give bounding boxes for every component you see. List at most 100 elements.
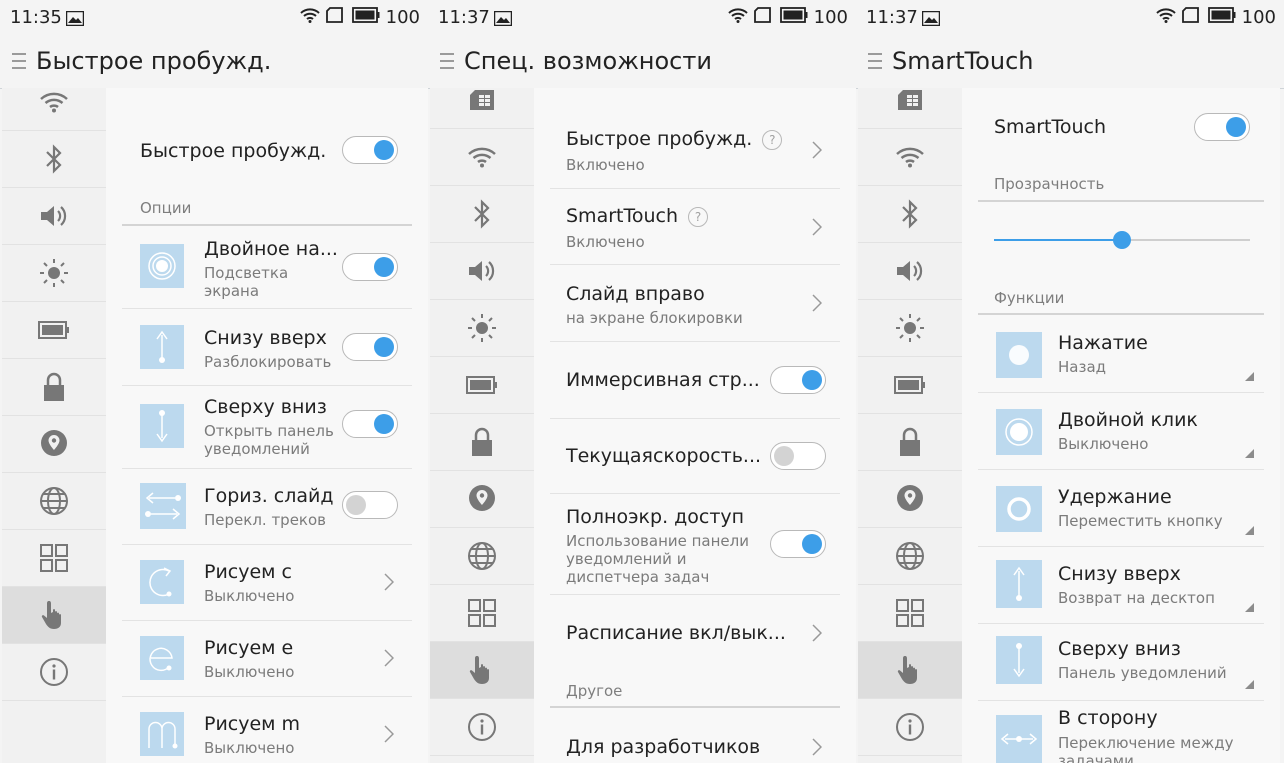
sidebar-item-battery[interactable] <box>2 302 106 359</box>
menu-icon[interactable] <box>868 52 882 74</box>
double-tap-gesture-icon <box>140 244 184 288</box>
smarttouch-toggle[interactable] <box>1194 113 1250 141</box>
sidebar-item-about[interactable] <box>430 699 534 756</box>
chevron-right-icon <box>812 738 822 756</box>
battery-level: 100 <box>385 7 420 28</box>
draw-c-gesture-icon <box>140 560 184 604</box>
sidebar-item-language[interactable] <box>858 528 962 585</box>
list-item-draw-c[interactable]: Рисуем с Выключено <box>122 545 412 621</box>
sidebar-item-language[interactable] <box>2 473 106 530</box>
item-title: Сверху вниз <box>204 396 327 418</box>
sidebar-item-wifi[interactable] <box>2 74 106 131</box>
sidebar-item-bluetooth[interactable] <box>858 186 962 243</box>
sidebar-item-apps[interactable] <box>430 585 534 642</box>
sidebar-item-about[interactable] <box>858 699 962 756</box>
bluetooth-icon <box>474 199 490 229</box>
item-subtitle: Назад <box>1058 358 1107 376</box>
lock-icon <box>472 427 492 456</box>
sidebar-item-apps[interactable] <box>2 530 106 587</box>
swipe-up-toggle[interactable] <box>342 333 398 361</box>
fullscreen-access-toggle[interactable] <box>770 530 826 558</box>
sidebar-item-bluetooth[interactable] <box>430 186 534 243</box>
list-item-swipe-down[interactable]: Сверху вниз Панель уведомлений <box>978 624 1264 701</box>
sidebar-item-security[interactable] <box>430 414 534 471</box>
sidebar-item-bluetooth[interactable] <box>2 131 106 188</box>
list-item-fullscreen-access[interactable]: Полноэкр. доступ Использование панели ув… <box>550 494 840 595</box>
sidebar-item-sound[interactable] <box>2 188 106 245</box>
list-item-side-swipe[interactable]: В сторону Переключение между задачами <box>978 701 1264 763</box>
swipe-up-gesture-icon <box>140 325 184 369</box>
quick-wake-toggle[interactable] <box>342 136 398 164</box>
sidebar-item-sound[interactable] <box>430 243 534 300</box>
sidebar-item-location[interactable] <box>430 471 534 528</box>
screen-smarttouch: 11:37 100 SmartTouch SmartTouch Прозрачн… <box>856 0 1284 763</box>
menu-icon[interactable] <box>12 52 26 74</box>
main-toggle-row[interactable]: Быстрое пробужд. <box>122 118 412 184</box>
location-icon <box>41 430 67 456</box>
battery-icon <box>1207 7 1236 28</box>
draw-m-gesture-icon <box>140 712 184 756</box>
sim-icon <box>1181 7 1202 28</box>
sidebar-item-apps[interactable] <box>858 585 962 642</box>
sidebar-item-wifi[interactable] <box>430 129 534 186</box>
list-item-schedule[interactable]: Расписание вкл/вык... <box>550 595 840 671</box>
immersive-toggle[interactable] <box>770 366 826 394</box>
sidebar-item-location[interactable] <box>858 471 962 528</box>
list-item-tap[interactable]: Нажатие Назад <box>978 316 1264 393</box>
list-item-swipe-up[interactable]: Снизу вверх Разблокировать <box>122 309 412 386</box>
sidebar-item-battery[interactable] <box>430 357 534 414</box>
item-title: Двойной клик <box>1058 409 1198 431</box>
help-icon[interactable]: ? <box>762 130 783 150</box>
list-item-swipe-down[interactable]: Сверху вниз Открыть панель уведомлений <box>122 386 412 469</box>
image-icon <box>65 10 85 31</box>
sidebar-item-security[interactable] <box>2 359 106 416</box>
sidebar-item-about[interactable] <box>2 644 106 701</box>
side-swipe-gesture-icon <box>996 715 1042 763</box>
list-item-draw-m[interactable]: Рисуем m Выключено <box>122 697 412 763</box>
main-toggle-row[interactable]: SmartTouch <box>978 98 1264 158</box>
item-title: В сторону <box>1058 707 1158 729</box>
sidebar-item-accessibility[interactable] <box>430 642 534 699</box>
sidebar-item-display[interactable] <box>430 300 534 357</box>
item-title: Снизу вверх <box>204 327 327 349</box>
section-divider <box>122 224 412 226</box>
sidebar-item-accessibility[interactable] <box>2 587 106 644</box>
list-item-double-click[interactable]: Двойной клик Выключено <box>978 393 1264 470</box>
list-item-swipe-up[interactable]: Снизу вверх Возврат на десктоп <box>978 547 1264 624</box>
list-item-current-speed[interactable]: Текущаяскорость... <box>550 419 840 494</box>
wifi-icon <box>896 147 924 168</box>
double-tap-toggle[interactable] <box>342 253 398 281</box>
sidebar-item-sim[interactable] <box>858 72 962 129</box>
list-item-slide-right[interactable]: Слайд вправо на экране блокировки <box>550 265 840 342</box>
slider-thumb[interactable] <box>1113 231 1131 249</box>
swipe-down-toggle[interactable] <box>342 410 398 438</box>
help-icon[interactable]: ? <box>688 207 709 227</box>
sim-card-icon <box>470 90 494 110</box>
sidebar-item-display[interactable] <box>2 245 106 302</box>
volume-icon <box>469 261 495 281</box>
horizontal-swipe-toggle[interactable] <box>342 491 398 519</box>
sidebar-item-sound[interactable] <box>858 243 962 300</box>
sidebar-item-battery[interactable] <box>858 357 962 414</box>
list-item-developer[interactable]: Для разработчиков <box>550 710 840 763</box>
list-item-smarttouch[interactable]: SmartTouch? Включено <box>550 189 840 265</box>
list-item-hold[interactable]: Удержание Переместить кнопку <box>978 470 1264 547</box>
globe-icon <box>468 542 496 570</box>
sidebar-item-accessibility[interactable] <box>858 642 962 699</box>
sidebar-item-security[interactable] <box>858 414 962 471</box>
list-item-immersive[interactable]: Иммерсивная стр... <box>550 342 840 419</box>
sidebar-item-display[interactable] <box>858 300 962 357</box>
list-item-draw-e[interactable]: Рисуем е Выключено <box>122 621 412 697</box>
sidebar-item-wifi[interactable] <box>858 129 962 186</box>
list-item-double-tap[interactable]: Двойное на... Подсветка экрана <box>122 228 412 309</box>
sidebar-item-location[interactable] <box>2 416 106 473</box>
sidebar-item-sim[interactable] <box>430 72 534 129</box>
item-title: Текущаяскорость... <box>566 445 762 467</box>
settings-sidebar <box>858 88 963 763</box>
sidebar-item-language[interactable] <box>430 528 534 585</box>
current-speed-toggle[interactable] <box>770 442 826 470</box>
menu-icon[interactable] <box>440 52 454 74</box>
status-bar: 11:37 100 <box>428 0 856 36</box>
list-item-quick-wake[interactable]: Быстрое пробужд.? Включено <box>550 112 840 189</box>
list-item-horizontal-swipe[interactable]: Гориз. слайд Перекл. треков <box>122 469 412 545</box>
